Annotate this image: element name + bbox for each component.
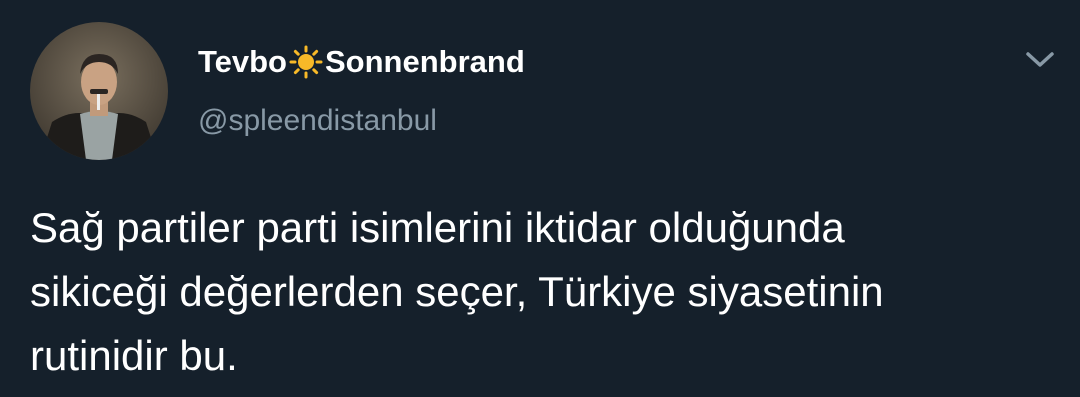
tweet-text: Sağ partiler parti isimlerini iktidar ol… — [30, 196, 1060, 388]
author-name[interactable]: Tevbo Sonnenbrand — [198, 42, 525, 82]
author-name-part1: Tevbo — [198, 44, 287, 79]
tweet-line: rutinidir bu. — [30, 332, 238, 379]
author-name-part2: Sonnenbrand — [325, 44, 525, 79]
sun-icon — [289, 45, 323, 79]
tweet-card: Tevbo Sonnenbrand @spleendistanbul Sağ p… — [0, 0, 1080, 397]
author-handle[interactable]: @spleendistanbul — [198, 104, 437, 138]
avatar[interactable] — [30, 22, 168, 160]
tweet-line: Sağ partiler parti isimlerini iktidar ol… — [30, 204, 845, 251]
chevron-down-icon[interactable] — [1022, 44, 1058, 74]
tweet-line: sikiceği değerlerden seçer, Türkiye siya… — [30, 268, 884, 315]
